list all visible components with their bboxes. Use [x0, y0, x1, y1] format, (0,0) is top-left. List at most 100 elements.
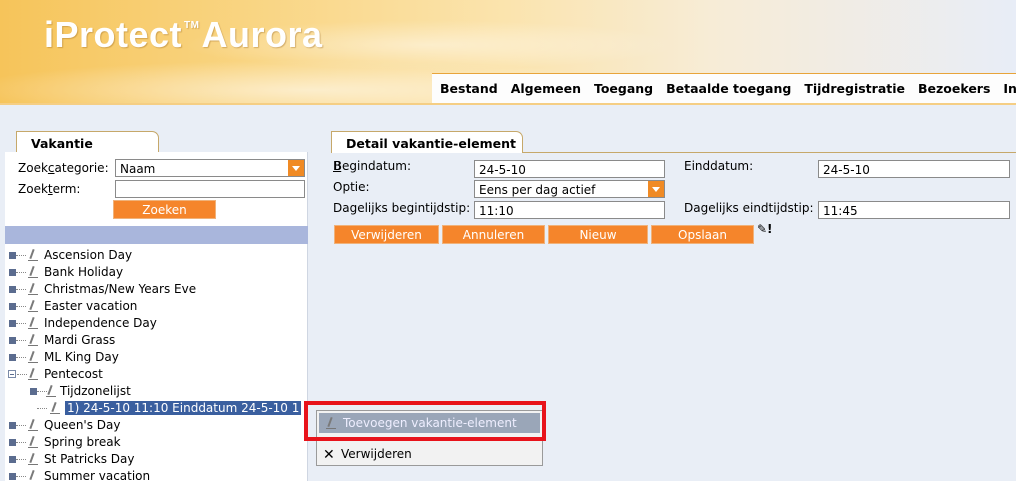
option-value: Eens per dag actief — [479, 183, 596, 197]
chevron-down-icon[interactable] — [648, 181, 664, 197]
holiday-icon — [27, 317, 39, 329]
close-icon: ✕ — [323, 447, 335, 463]
tree-connector — [16, 272, 26, 273]
tab-detail-vakantie-element[interactable]: Detail vakantie-element — [331, 131, 523, 153]
begin-date-input[interactable]: 24-5-10 — [474, 160, 665, 178]
holiday-icon — [27, 283, 39, 295]
option-select[interactable]: Eens per dag actief — [474, 180, 665, 198]
menu-tijdregistratie[interactable]: Tijdregistratie — [804, 81, 905, 96]
expand-icon[interactable] — [9, 320, 16, 327]
expand-icon[interactable] — [9, 303, 16, 310]
expand-icon[interactable] — [9, 422, 16, 429]
holiday-icon — [27, 436, 39, 448]
tree-item-label: St Patricks Day — [44, 452, 135, 466]
search-term-label: Zoekterm: — [18, 182, 81, 196]
tree-item-label: Tijdzonelijst — [60, 384, 131, 398]
daily-start-label: Dagelijks begintijdstip: — [333, 201, 471, 215]
expand-icon[interactable] — [9, 473, 16, 480]
new-button[interactable]: Nieuw — [548, 225, 648, 244]
end-date-input[interactable]: 24-5-10 — [818, 160, 1010, 178]
logo-text-right: Aurora — [201, 14, 323, 55]
expand-icon[interactable] — [9, 439, 16, 446]
tree-item-label: Summer vacation — [44, 469, 151, 481]
end-date-label: Einddatum: — [684, 159, 754, 173]
daily-start-input[interactable]: 11:10 — [474, 201, 665, 219]
tree-connector — [16, 425, 26, 426]
search-category-select[interactable]: Naam — [115, 159, 305, 177]
holiday-icon — [27, 470, 39, 481]
app-header: iProtect TMAurora Bestand Algemeen Toegan… — [0, 0, 1016, 104]
edit-pencil-icon: ✎! — [757, 222, 773, 236]
menu-bezoekers[interactable]: Bezoekers — [918, 81, 990, 96]
tree-connector — [16, 442, 26, 443]
app-logo: iProtect TMAurora — [44, 14, 323, 56]
save-button[interactable]: Opslaan — [651, 225, 754, 244]
cancel-button[interactable]: Annuleren — [442, 225, 545, 244]
tree-item-label: Spring break — [44, 435, 121, 449]
expand-icon[interactable] — [9, 337, 16, 344]
tree-connector — [16, 340, 26, 341]
tree-item-label: Ascension Day — [44, 248, 133, 262]
menu-toegang[interactable]: Toegang — [594, 81, 653, 96]
header-divider — [0, 103, 1016, 105]
tree-item-label: ML King Day — [44, 350, 119, 364]
holiday-icon — [27, 334, 39, 346]
begin-date-label: BBegindatum: — [333, 159, 411, 173]
tab-vakantie-label: Vakantie — [31, 136, 93, 151]
holiday-icon — [27, 266, 39, 278]
expand-icon[interactable] — [9, 456, 16, 463]
daily-end-label: Dagelijks eindtijdstip: — [684, 201, 814, 215]
holiday-element-icon — [49, 402, 61, 414]
tree-connector — [37, 408, 47, 409]
tree-connector — [17, 374, 27, 375]
search-term-input[interactable] — [115, 180, 305, 198]
tab-vakantie[interactable]: Vakantie — [16, 131, 159, 153]
tree-item-label: Mardi Grass — [44, 333, 116, 347]
menu-betaalde-toegang[interactable]: Betaalde toegang — [666, 81, 791, 96]
menu-algemeen[interactable]: Algemeen — [511, 81, 581, 96]
expand-icon[interactable] — [30, 388, 37, 395]
search-button[interactable]: Zoeken — [113, 200, 216, 219]
holiday-icon — [27, 300, 39, 312]
context-menu-delete-label: Verwijderen — [341, 447, 412, 461]
option-label: Optie: — [333, 180, 370, 194]
holiday-icon — [27, 351, 39, 363]
delete-button[interactable]: Verwijderen — [334, 225, 439, 244]
tree-item-label: Easter vacation — [44, 299, 138, 313]
tree-connector — [16, 306, 26, 307]
tree-connector — [16, 459, 26, 460]
tree-item-label: 1) 24-5-10 11:10 Einddatum 24-5-10 1 — [65, 401, 302, 415]
expand-icon[interactable] — [9, 252, 16, 259]
tab-baseline — [523, 152, 1016, 153]
menu-more[interactable]: In — [1003, 81, 1016, 96]
search-category-row: Zoekcategorie: Naam — [5, 158, 308, 178]
tree-connector — [16, 357, 26, 358]
tree-header-bar — [5, 226, 308, 244]
tree-connector — [16, 476, 26, 477]
menu-bestand[interactable]: Bestand — [440, 81, 498, 96]
tree-item-label: Pentecost — [44, 367, 103, 381]
context-menu-delete[interactable]: ✕ Verwijderen — [319, 446, 540, 464]
chevron-down-icon[interactable] — [288, 160, 304, 176]
begin-date-label-text: Begindatum: — [333, 159, 411, 173]
expand-icon[interactable] — [9, 269, 16, 276]
daily-end-input[interactable]: 11:45 — [818, 201, 1010, 219]
main-menu-bar: Bestand Algemeen Toegang Betaalde toegan… — [432, 73, 1016, 103]
tree-connector — [16, 255, 26, 256]
holiday-icon — [27, 249, 39, 261]
collapse-icon[interactable] — [8, 370, 16, 378]
tree-item-label: Queen's Day — [44, 418, 121, 432]
search-category-value: Naam — [120, 162, 156, 176]
holiday-icon — [27, 453, 39, 465]
tree-item-label: Independence Day — [44, 316, 157, 330]
logo-text-left: iProtect — [44, 14, 183, 55]
expand-icon[interactable] — [9, 354, 16, 361]
expand-icon[interactable] — [9, 286, 16, 293]
highlight-annotation — [304, 401, 546, 441]
search-term-row: Zoekterm: — [5, 179, 308, 199]
holiday-icon — [27, 419, 39, 431]
tree-connector — [16, 289, 26, 290]
timezone-list-icon — [45, 385, 57, 397]
tree-connector — [16, 323, 26, 324]
logo-trademark: TM — [184, 20, 200, 31]
